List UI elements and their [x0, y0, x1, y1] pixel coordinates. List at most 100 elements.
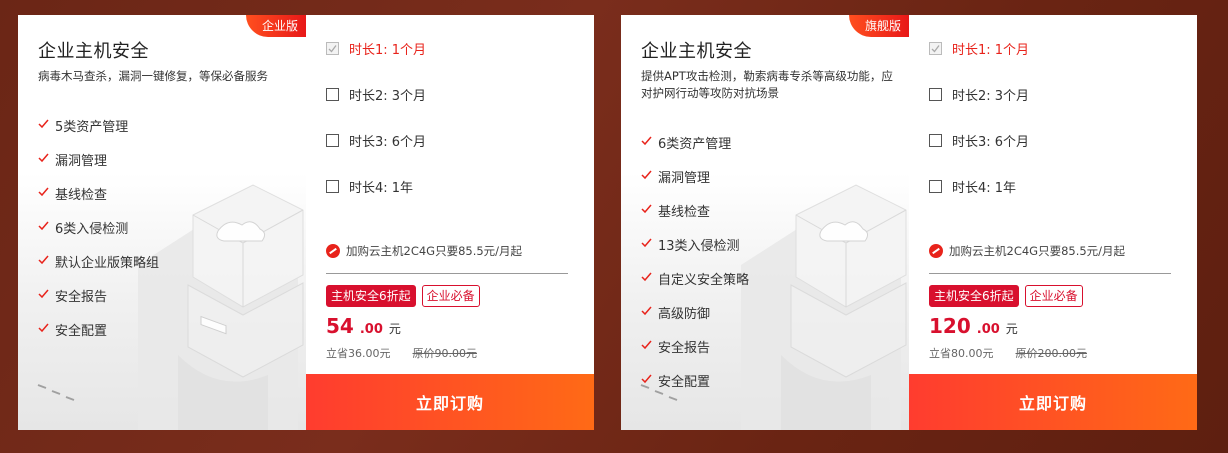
- price-integer: 54: [326, 314, 354, 338]
- essential-tag: 企业必备: [1024, 285, 1083, 307]
- tag-group: 主机安全6折起 企业必备: [929, 285, 1083, 307]
- duration-option-3[interactable]: 时长3: 6个月: [326, 130, 426, 150]
- duration-label: 时长2: 3个月: [952, 88, 1030, 104]
- feature-item: 自定义安全策略: [641, 261, 749, 295]
- buy-now-button[interactable]: 立即订购: [306, 374, 594, 430]
- checkmark-icon: [328, 44, 337, 52]
- feature-label: 漏洞管理: [658, 170, 711, 186]
- feature-label: 自定义安全策略: [658, 272, 750, 288]
- check-icon: [641, 170, 652, 180]
- feature-item: 漏洞管理: [38, 142, 159, 176]
- check-icon: [38, 119, 49, 129]
- checkbox-checked[interactable]: [929, 41, 942, 55]
- feature-item: 安全报告: [641, 329, 749, 363]
- coupon-icon: [326, 244, 340, 258]
- feature-label: 安全报告: [658, 340, 711, 356]
- checkbox[interactable]: [326, 87, 339, 101]
- promo-text: 加购云主机2C4G只要85.5元/月起: [346, 244, 523, 258]
- duration-label: 时长4: 1年: [952, 180, 1017, 196]
- original-price: 原价90.00元: [412, 347, 478, 360]
- product-card-flagship: 企业主机安全 提供APT攻击检测，勒索病毒专杀等高级功能，应对护网行动等攻防对抗…: [621, 15, 1197, 430]
- product-title: 企业主机安全: [641, 41, 752, 62]
- feature-item: 5类资产管理: [38, 108, 159, 142]
- savings-info: 立省80.00元 原价200.00元: [929, 345, 1087, 361]
- checkbox[interactable]: [929, 87, 942, 101]
- buy-now-button[interactable]: 立即订购: [909, 374, 1197, 430]
- feature-label: 默认企业版策略组: [55, 255, 160, 271]
- duration-label: 时长1: 1个月: [952, 42, 1030, 58]
- duration-option-2[interactable]: 时长2: 3个月: [929, 84, 1029, 104]
- promo-link[interactable]: 加购云主机2C4G只要85.5元/月起: [326, 243, 522, 259]
- price: 120 .00 元: [929, 314, 1018, 338]
- checkbox[interactable]: [326, 179, 339, 193]
- product-description: 病毒木马查杀，漏洞一键修复，等保必备服务: [38, 69, 268, 83]
- duration-option-3[interactable]: 时长3: 6个月: [929, 130, 1029, 150]
- check-icon: [38, 153, 49, 163]
- check-icon: [38, 187, 49, 197]
- essential-tag: 企业必备: [421, 285, 480, 307]
- product-description: 提供APT攻击检测，勒索病毒专杀等高级功能，应对护网行动等攻防对抗场景: [641, 69, 893, 100]
- feature-item: 安全配置: [641, 363, 749, 397]
- tag-group: 主机安全6折起 企业必备: [326, 285, 480, 307]
- feature-label: 高级防御: [658, 306, 711, 322]
- feature-list: 5类资产管理 漏洞管理 基线检查 6类入侵检测 默认企业版策略组 安全报告 安全…: [38, 108, 159, 346]
- check-icon: [641, 136, 652, 146]
- price-unit: 元: [1005, 322, 1018, 336]
- feature-label: 13类入侵检测: [658, 238, 740, 254]
- discount-tag: 主机安全6折起: [326, 285, 416, 307]
- price-decimal: .00: [976, 322, 1000, 337]
- feature-label: 漏洞管理: [55, 153, 108, 169]
- coupon-icon: [929, 244, 943, 258]
- duration-option-1[interactable]: 时长1: 1个月: [929, 38, 1029, 58]
- purchase-panel: 时长1: 1个月 时长2: 3个月 时长3: 6个月 时长4: 1年 加购云主机…: [909, 15, 1197, 430]
- product-card-enterprise: 企业主机安全 病毒木马查杀，漏洞一键修复，等保必备服务 5类资产管理 漏洞管理 …: [18, 15, 594, 430]
- checkbox-checked[interactable]: [326, 41, 339, 55]
- feature-list: 6类资产管理 漏洞管理 基线检查 13类入侵检测 自定义安全策略 高级防御 安全…: [641, 125, 749, 397]
- duration-label: 时长4: 1年: [349, 180, 414, 196]
- promo-text: 加购云主机2C4G只要85.5元/月起: [949, 244, 1126, 258]
- feature-item: 默认企业版策略组: [38, 244, 159, 278]
- duration-option-2[interactable]: 时长2: 3个月: [326, 84, 426, 104]
- check-icon: [641, 204, 652, 214]
- check-icon: [38, 221, 49, 231]
- feature-item: 13类入侵检测: [641, 227, 749, 261]
- duration-option-4[interactable]: 时长4: 1年: [929, 176, 1016, 196]
- feature-item: 基线检查: [38, 176, 159, 210]
- duration-option-1[interactable]: 时长1: 1个月: [326, 38, 426, 58]
- feature-label: 6类入侵检测: [55, 221, 129, 237]
- price-integer: 120: [929, 314, 971, 338]
- check-icon: [641, 340, 652, 350]
- price-decimal: .00: [359, 322, 383, 337]
- purchase-panel: 时长1: 1个月 时长2: 3个月 时长3: 6个月 时长4: 1年 加购云主机…: [306, 15, 594, 430]
- divider: [929, 273, 1171, 274]
- discount-tag: 主机安全6折起: [929, 285, 1019, 307]
- checkbox[interactable]: [929, 179, 942, 193]
- check-icon: [641, 306, 652, 316]
- checkbox[interactable]: [929, 133, 942, 147]
- feature-label: 基线检查: [658, 204, 711, 220]
- check-icon: [641, 374, 652, 384]
- saved-amount: 立省36.00元: [326, 347, 391, 360]
- feature-label: 5类资产管理: [55, 119, 129, 135]
- checkmark-icon: [931, 44, 940, 52]
- feature-label: 安全报告: [55, 289, 108, 305]
- promo-link[interactable]: 加购云主机2C4G只要85.5元/月起: [929, 243, 1125, 259]
- checkbox[interactable]: [326, 133, 339, 147]
- duration-label: 时长3: 6个月: [349, 134, 427, 150]
- duration-label: 时长3: 6个月: [952, 134, 1030, 150]
- original-price: 原价200.00元: [1015, 347, 1088, 360]
- check-icon: [38, 255, 49, 265]
- check-icon: [641, 272, 652, 282]
- duration-label: 时长1: 1个月: [349, 42, 427, 58]
- product-title: 企业主机安全: [38, 41, 149, 62]
- feature-label: 安全配置: [658, 374, 711, 390]
- feature-label: 安全配置: [55, 323, 108, 339]
- price-unit: 元: [388, 322, 401, 336]
- price: 54 .00 元: [326, 314, 401, 338]
- card-info-panel: 企业主机安全 提供APT攻击检测，勒索病毒专杀等高级功能，应对护网行动等攻防对抗…: [621, 15, 909, 430]
- duration-option-4[interactable]: 时长4: 1年: [326, 176, 413, 196]
- divider: [326, 273, 568, 274]
- feature-item: 安全配置: [38, 312, 159, 346]
- feature-item: 6类资产管理: [641, 125, 749, 159]
- check-icon: [38, 323, 49, 333]
